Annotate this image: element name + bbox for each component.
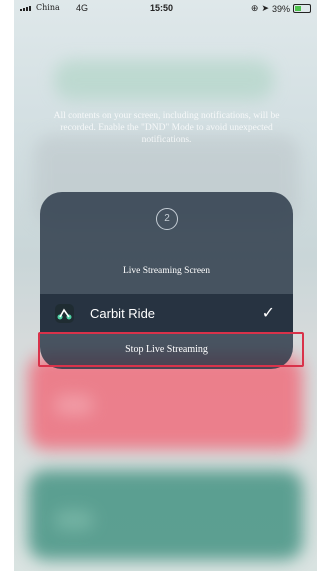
app-option-row[interactable]: Carbit Ride ✓ [40,294,293,332]
phone-screen: China 4G 15:50 ⊕ ➤ 39% All contents on y… [14,0,317,571]
signal-icon [20,6,31,11]
blurred-background [54,395,94,415]
location-icon: ➤ [261,3,269,13]
carrier-label: China [36,3,60,12]
status-right: ⊕ ➤ 39% [251,3,311,14]
status-time: 15:50 [150,3,174,13]
countdown-badge: 2 [156,208,178,230]
orientation-lock-icon: ⊕ [250,3,259,13]
dialog-title: Live Streaming Screen [122,266,211,276]
status-bar: China 4G 15:50 ⊕ ➤ 39% [14,0,317,22]
highlight-box [38,332,304,367]
battery-percent: 39% [271,3,290,14]
blurred-background [54,60,274,100]
blurred-background [54,510,94,530]
battery-icon [293,4,311,13]
checkmark-icon: ✓ [261,305,275,322]
network-type: 4G [76,3,89,13]
app-name: Carbit Ride [90,306,156,321]
carbit-app-icon [55,304,74,323]
recording-notice: All contents on your screen, including n… [53,111,280,145]
